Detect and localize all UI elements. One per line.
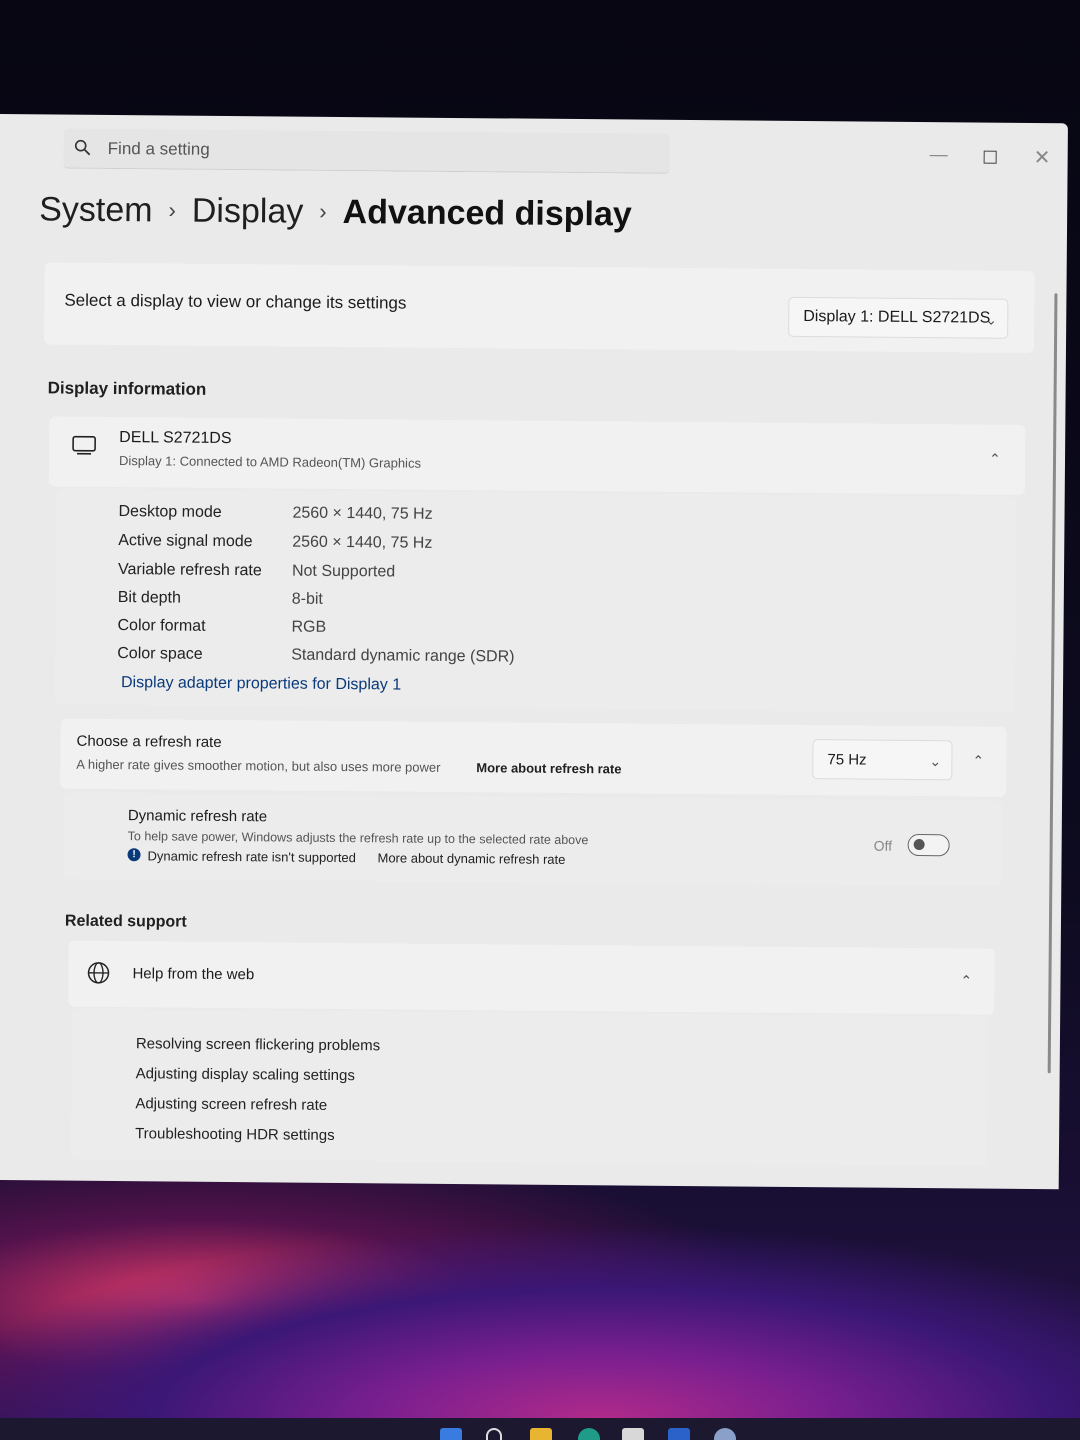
info-row-label: Color space	[117, 645, 203, 663]
dynamic-refresh-description: To help save power, Windows adjusts the …	[127, 829, 589, 848]
info-icon: !	[127, 848, 141, 862]
info-row-label: Desktop mode	[118, 503, 222, 521]
refresh-rate-card: Choose a refresh rate A higher rate give…	[60, 718, 1007, 797]
display-info-header[interactable]: DELL S2721DS Display 1: Connected to AMD…	[48, 416, 1026, 495]
display-selector-value: Display 1: DELL S2721DS	[803, 308, 991, 327]
info-row-label: Color format	[117, 617, 206, 635]
globe-icon	[87, 962, 110, 984]
info-row-label: Bit depth	[117, 589, 182, 607]
select-display-label: Select a display to view or change its s…	[64, 290, 407, 313]
chevron-down-icon: ⌄	[929, 753, 942, 770]
dynamic-refresh-toggle-label: Off	[873, 837, 893, 854]
monitor-subtitle: Display 1: Connected to AMD Radeon(TM) G…	[118, 453, 422, 471]
display-selector[interactable]: Display 1: DELL S2721DS ⌄	[788, 296, 1009, 339]
info-row-label: Variable refresh rate	[117, 561, 262, 580]
close-icon[interactable]: ✕	[1034, 145, 1051, 170]
info-row-label: Active signal mode	[118, 532, 253, 551]
chevron-up-icon[interactable]: ⌃	[960, 972, 972, 989]
dynamic-refresh-notice: Dynamic refresh rate isn't supported	[147, 848, 356, 866]
help-links-panel: Resolving screen flickering problems Adj…	[70, 1008, 989, 1167]
display-adapter-properties-link[interactable]: Display adapter properties for Display 1	[121, 674, 401, 694]
maximize-icon[interactable]	[983, 150, 997, 164]
store-icon[interactable]	[622, 1428, 644, 1440]
monitor-icon	[72, 435, 96, 455]
more-about-dynamic-refresh-link[interactable]: More about dynamic refresh rate	[377, 850, 565, 867]
page-title: Advanced display	[342, 192, 632, 234]
help-link[interactable]: Troubleshooting HDR settings	[135, 1125, 335, 1144]
info-row-value: Not Supported	[291, 562, 396, 581]
chevron-right-icon: ›	[168, 197, 176, 223]
search-placeholder: Find a setting	[107, 138, 210, 159]
start-icon[interactable]	[440, 1428, 462, 1440]
settings-window: Find a setting — ✕ System › Display › Ad…	[0, 114, 1068, 1190]
chevron-down-icon: ⌄	[985, 311, 998, 328]
monitor-name: DELL S2721DS	[119, 429, 232, 448]
chevron-right-icon: ›	[319, 198, 327, 224]
scrollbar[interactable]	[1047, 293, 1058, 1074]
help-from-web-title: Help from the web	[132, 965, 255, 984]
dynamic-refresh-toggle[interactable]	[907, 833, 950, 857]
search-taskbar-icon[interactable]	[486, 1428, 502, 1440]
help-link[interactable]: Adjusting display scaling settings	[136, 1065, 355, 1084]
help-from-web-header[interactable]: Help from the web ⌃	[68, 940, 995, 1015]
file-explorer-icon[interactable]	[530, 1428, 552, 1440]
info-row-value: 8-bit	[291, 590, 323, 608]
help-link[interactable]: Resolving screen flickering problems	[136, 1035, 380, 1054]
breadcrumb-system[interactable]: System	[39, 190, 153, 230]
toggle-knob	[913, 839, 925, 851]
refresh-rate-value: 75 Hz	[827, 751, 867, 769]
search-icon	[74, 139, 91, 156]
select-display-card: Select a display to view or change its s…	[43, 262, 1035, 354]
display-information-title: Display information	[47, 378, 207, 399]
breadcrumb: System › Display › Advanced display	[39, 184, 632, 239]
refresh-rate-title: Choose a refresh rate	[76, 732, 222, 751]
more-about-refresh-rate-link[interactable]: More about refresh rate	[476, 760, 621, 776]
related-support-title: Related support	[64, 912, 187, 931]
refresh-rate-dropdown[interactable]: 75 Hz ⌄	[812, 739, 953, 781]
display-info-details: Desktop mode 2560 × 1440, 75 Hz Active s…	[54, 488, 1017, 713]
minimize-icon[interactable]: —	[930, 144, 948, 165]
info-row-value: 2560 × 1440, 75 Hz	[292, 504, 433, 523]
info-row-value: 2560 × 1440, 75 Hz	[292, 533, 433, 552]
refresh-rate-subtitle: A higher rate gives smoother motion, but…	[76, 756, 441, 775]
chevron-up-icon[interactable]: ⌃	[972, 753, 984, 770]
info-row-value: Standard dynamic range (SDR)	[291, 646, 515, 666]
app-icon[interactable]	[668, 1428, 690, 1440]
chevron-up-icon[interactable]: ⌃	[989, 451, 1001, 468]
search-box[interactable]: Find a setting	[63, 128, 670, 174]
help-link[interactable]: Adjusting screen refresh rate	[135, 1095, 327, 1114]
breadcrumb-display[interactable]: Display	[192, 191, 304, 231]
dynamic-refresh-card: Dynamic refresh rate To help save power,…	[63, 792, 1003, 887]
dynamic-refresh-title: Dynamic refresh rate	[127, 807, 268, 826]
info-row-value: RGB	[291, 618, 327, 636]
